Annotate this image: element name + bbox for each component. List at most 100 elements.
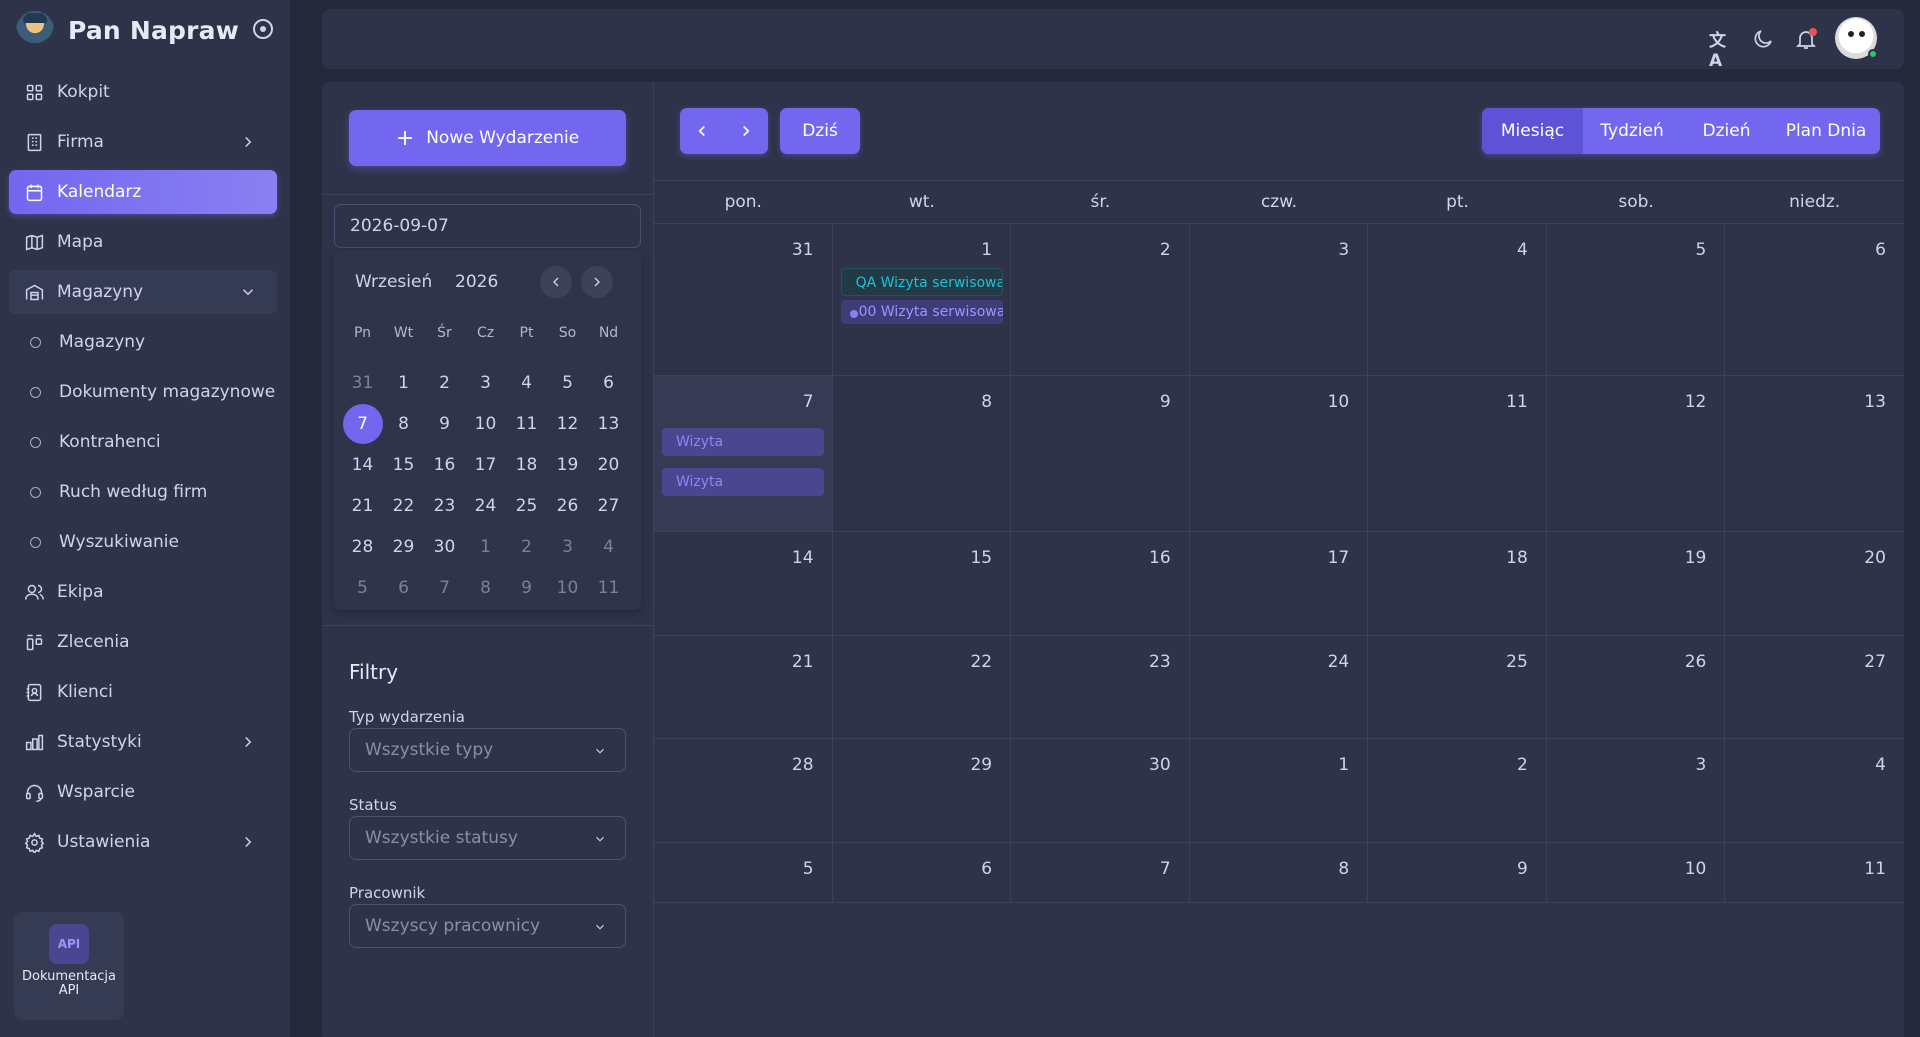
day-cell[interactable]: 1 xyxy=(1190,739,1369,842)
day-number[interactable]: 31 xyxy=(792,240,814,260)
new-event-button[interactable]: + Nowe Wydarzenie xyxy=(349,110,626,166)
day-number[interactable]: 19 xyxy=(1685,548,1707,568)
day-number[interactable]: 4 xyxy=(1875,755,1886,775)
event-type-select[interactable]: Wszystkie typy xyxy=(349,728,626,772)
mini-calendar-prev-button[interactable] xyxy=(540,266,572,298)
mini-calendar-day[interactable]: 1 xyxy=(383,373,424,393)
day-cell[interactable]: 26 xyxy=(1547,636,1726,738)
sidebar-item-kalendarz[interactable]: Kalendarz xyxy=(9,170,277,214)
day-cell[interactable]: 10 xyxy=(1547,843,1726,902)
mini-calendar-next-button[interactable] xyxy=(581,266,613,298)
mini-calendar-day[interactable]: 6 xyxy=(588,373,629,393)
day-cell[interactable]: 23 xyxy=(1011,636,1190,738)
day-cell[interactable]: 4 xyxy=(1368,224,1547,375)
mini-calendar-day[interactable]: 4 xyxy=(588,537,629,557)
view-month-button[interactable]: Miesiąc xyxy=(1482,108,1583,154)
day-cell[interactable]: 13 xyxy=(1725,376,1904,531)
mini-calendar-day[interactable]: 11 xyxy=(506,414,547,434)
day-cell[interactable]: 22 xyxy=(833,636,1012,738)
day-cell[interactable]: 20 xyxy=(1725,532,1904,635)
sidebar-item-firma[interactable]: Firma xyxy=(9,120,277,164)
mini-calendar-day[interactable]: 5 xyxy=(342,578,383,598)
moon-icon[interactable] xyxy=(1751,27,1775,51)
day-number[interactable]: 11 xyxy=(1864,859,1886,879)
day-number[interactable]: 20 xyxy=(1864,548,1886,568)
day-cell[interactable]: 8 xyxy=(1190,843,1369,902)
view-day-button[interactable]: Dzień xyxy=(1681,108,1772,154)
day-cell[interactable]: 11 xyxy=(1725,843,1904,902)
mini-calendar-day-selected[interactable]: 7 xyxy=(342,403,383,444)
status-select[interactable]: Wszystkie statusy xyxy=(349,816,626,860)
mini-calendar-day[interactable]: 19 xyxy=(547,455,588,475)
bell-icon[interactable] xyxy=(1794,27,1818,51)
next-month-button[interactable] xyxy=(724,108,768,154)
day-number[interactable]: 12 xyxy=(1685,392,1707,412)
day-number[interactable]: 27 xyxy=(1864,652,1886,672)
day-number[interactable]: 10 xyxy=(1685,859,1707,879)
day-cell[interactable]: 28 xyxy=(654,739,833,842)
day-number[interactable]: 25 xyxy=(1506,652,1528,672)
mini-calendar-day[interactable]: 13 xyxy=(588,414,629,434)
day-number[interactable]: 28 xyxy=(792,755,814,775)
calendar-event[interactable]: 00 Wizyta serwisowa xyxy=(840,300,1003,324)
day-cell[interactable]: 6 xyxy=(1725,224,1904,375)
day-cell-today[interactable]: 7 Wizyta Wizyta xyxy=(654,376,833,531)
sidebar-item-mapa[interactable]: Mapa xyxy=(9,220,277,264)
sidebar-subitem-wyszukiwanie[interactable]: Wyszukiwanie xyxy=(9,520,277,564)
day-cell[interactable]: 5 xyxy=(1547,224,1726,375)
day-number[interactable]: 8 xyxy=(981,392,992,412)
mini-calendar-day[interactable]: 6 xyxy=(383,578,424,598)
mini-calendar-day[interactable]: 12 xyxy=(547,414,588,434)
calendar-event[interactable]: Wizyta xyxy=(662,468,824,496)
mini-calendar-day[interactable]: 28 xyxy=(342,537,383,557)
sidebar-item-magazyny-group[interactable]: Magazyny xyxy=(9,270,277,314)
mini-calendar-day[interactable]: 21 xyxy=(342,496,383,516)
sidebar-subitem-dokumenty[interactable]: Dokumenty magazynowe xyxy=(9,370,277,414)
day-number[interactable]: 16 xyxy=(1149,548,1171,568)
mini-calendar-day[interactable]: 3 xyxy=(547,537,588,557)
mini-calendar-day[interactable]: 29 xyxy=(383,537,424,557)
day-number[interactable]: 1 xyxy=(1338,755,1349,775)
translate-icon[interactable]: 文A xyxy=(1709,26,1733,71)
day-number[interactable]: 10 xyxy=(1328,392,1350,412)
sidebar-subitem-kontrahenci[interactable]: Kontrahenci xyxy=(9,420,277,464)
day-cell[interactable]: 9 xyxy=(1011,376,1190,531)
day-cell[interactable]: 7 xyxy=(1011,843,1190,902)
date-input[interactable]: 2026-09-07 xyxy=(334,204,641,248)
day-number[interactable]: 17 xyxy=(1328,548,1350,568)
day-number[interactable]: 4 xyxy=(1517,240,1528,260)
sidebar-item-wsparcie[interactable]: Wsparcie xyxy=(9,770,277,814)
day-cell[interactable]: 12 xyxy=(1547,376,1726,531)
worker-select[interactable]: Wszyscy pracownicy xyxy=(349,904,626,948)
view-week-button[interactable]: Tydzień xyxy=(1583,108,1681,154)
day-number[interactable]: 9 xyxy=(1517,859,1528,879)
day-cell[interactable]: 14 xyxy=(654,532,833,635)
mini-calendar-day[interactable]: 14 xyxy=(342,455,383,475)
day-number[interactable]: 5 xyxy=(1696,240,1707,260)
day-cell[interactable]: 6 xyxy=(833,843,1012,902)
api-docs-card[interactable]: API Dokumentacja API xyxy=(14,912,124,1020)
mini-calendar-day[interactable]: 10 xyxy=(547,578,588,598)
brand[interactable]: Pan Napraw xyxy=(16,10,239,50)
mini-calendar-day[interactable]: 3 xyxy=(465,373,506,393)
day-cell[interactable]: 4 xyxy=(1725,739,1904,842)
mini-calendar-day[interactable]: 16 xyxy=(424,455,465,475)
day-cell[interactable]: 2 xyxy=(1011,224,1190,375)
mini-calendar-day[interactable]: 26 xyxy=(547,496,588,516)
sidebar-item-klienci[interactable]: Klienci xyxy=(9,670,277,714)
mini-calendar-day[interactable]: 9 xyxy=(424,414,465,434)
mini-calendar-day[interactable]: 2 xyxy=(424,373,465,393)
day-cell[interactable]: 19 xyxy=(1547,532,1726,635)
mini-calendar-day[interactable]: 1 xyxy=(465,537,506,557)
mini-calendar-day[interactable]: 10 xyxy=(465,414,506,434)
day-number[interactable]: 21 xyxy=(792,652,814,672)
day-cell[interactable]: 31 xyxy=(654,224,833,375)
mini-calendar-day[interactable]: 15 xyxy=(383,455,424,475)
day-number[interactable]: 6 xyxy=(1875,240,1886,260)
sidebar-subitem-ruch[interactable]: Ruch według firm xyxy=(9,470,277,514)
day-number[interactable]: 29 xyxy=(970,755,992,775)
day-cell[interactable]: 21 xyxy=(654,636,833,738)
day-number[interactable]: 9 xyxy=(1160,392,1171,412)
sidebar-item-ustawienia[interactable]: Ustawienia xyxy=(9,820,277,864)
day-cell[interactable]: 15 xyxy=(833,532,1012,635)
